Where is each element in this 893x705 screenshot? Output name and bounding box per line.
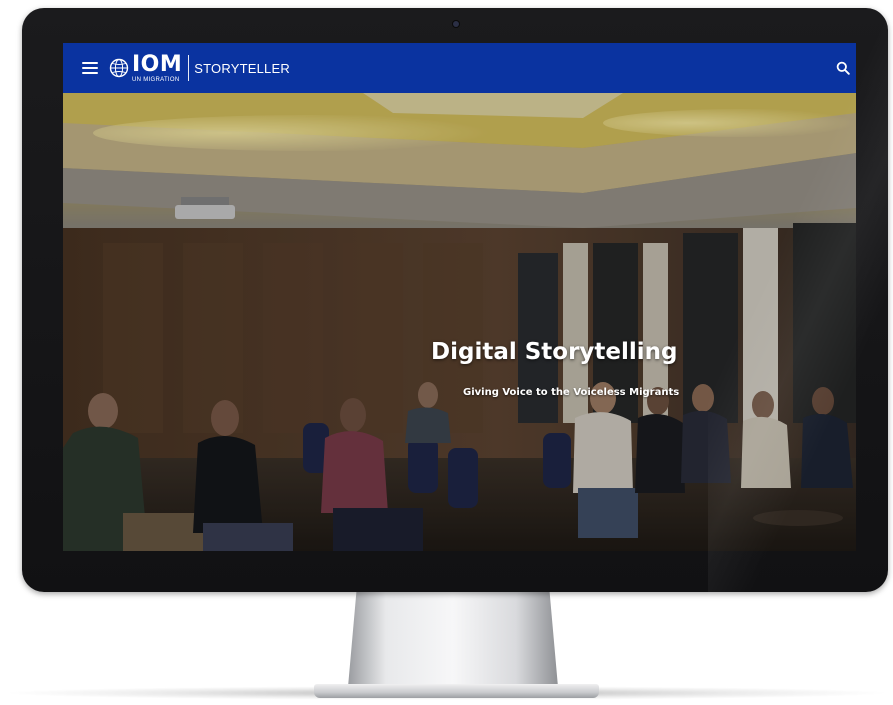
webcam-icon xyxy=(453,21,459,27)
un-globe-icon xyxy=(109,58,129,78)
logo-tagline: UN MIGRATION xyxy=(132,76,180,83)
logo-divider xyxy=(188,55,190,81)
logo-wordmark: IOM xyxy=(132,51,183,77)
product-name: STORYTELLER xyxy=(194,60,290,76)
website-screen: IOM UN MIGRATION STORYTELLER Digital Sto… xyxy=(63,43,856,551)
top-navbar: IOM UN MIGRATION STORYTELLER xyxy=(63,43,856,93)
hero-subtitle: Giving Voice to the Voiceless Migrants xyxy=(463,387,680,398)
monitor-stand-base xyxy=(314,684,599,698)
hero-banner: Digital Storytelling Giving Voice to the… xyxy=(63,93,856,551)
hamburger-menu-icon[interactable] xyxy=(82,62,98,74)
monitor-stand xyxy=(348,592,558,687)
iom-logo[interactable]: IOM UN MIGRATION STORYTELLER xyxy=(108,51,290,83)
device-mockup: IOM UN MIGRATION STORYTELLER Digital Sto… xyxy=(0,0,893,705)
hero-dark-overlay xyxy=(63,93,856,551)
monitor-frame: IOM UN MIGRATION STORYTELLER Digital Sto… xyxy=(22,8,888,592)
search-icon[interactable] xyxy=(836,61,850,75)
hero-title: Digital Storytelling xyxy=(431,339,678,365)
